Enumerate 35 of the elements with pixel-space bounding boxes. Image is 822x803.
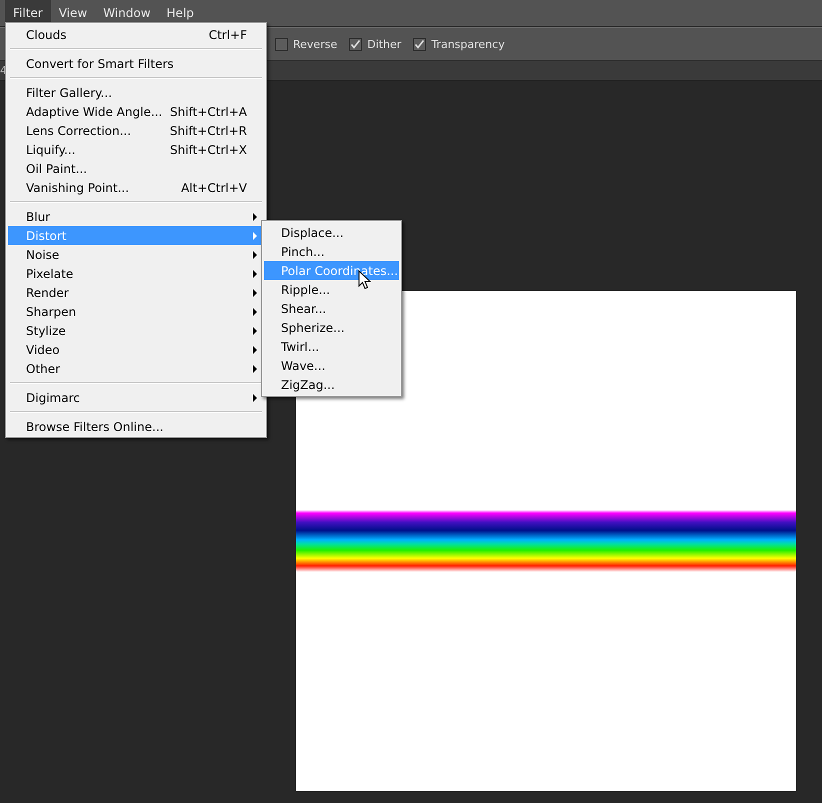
menu-item[interactable]: Noise: [8, 245, 264, 264]
menu-item[interactable]: Filter Gallery...: [8, 83, 264, 102]
menu-item[interactable]: Digimarc: [8, 388, 264, 407]
menu-bar-item[interactable]: Help: [158, 0, 202, 26]
checkbox-label: Transparency: [431, 38, 505, 50]
menu-item[interactable]: Liquify... Shift+Ctrl+X: [8, 140, 264, 159]
menu-item[interactable]: Lens Correction... Shift+Ctrl+R: [8, 121, 264, 140]
menu-item[interactable]: Oil Paint...: [8, 159, 264, 178]
menu-item[interactable]: Other: [8, 359, 264, 378]
menu-item[interactable]: Shear...: [264, 299, 399, 318]
checkbox-label: Reverse: [293, 38, 338, 50]
menu-item[interactable]: Adaptive Wide Angle... Shift+Ctrl+A: [8, 102, 264, 121]
menu-item[interactable]: Video: [8, 340, 264, 359]
menu-item[interactable]: Spherize...: [264, 318, 399, 337]
checkbox-label: Dither: [367, 38, 402, 50]
menu-item[interactable]: Browse Filters Online...: [8, 417, 264, 436]
menu-item[interactable]: Render: [8, 283, 264, 302]
menu-bar-item[interactable]: View: [50, 0, 96, 26]
menu-item[interactable]: Clouds Ctrl+F: [8, 25, 264, 44]
menu-item[interactable]: Stylize: [8, 321, 264, 340]
menu-item[interactable]: Vanishing Point... Alt+Ctrl+V: [8, 178, 264, 197]
menu-item[interactable]: Blur: [8, 207, 264, 226]
menu-item[interactable]: Displace...: [264, 223, 399, 242]
checkbox[interactable]: [349, 38, 362, 50]
menu-item[interactable]: Convert for Smart Filters: [8, 54, 264, 73]
menu-item[interactable]: ZigZag...: [264, 375, 399, 394]
menu-item[interactable]: Sharpen: [8, 302, 264, 321]
menu-item[interactable]: Wave...: [264, 356, 399, 375]
checkbox[interactable]: [275, 38, 288, 50]
menu-item[interactable]: Pixelate: [8, 264, 264, 283]
checkbox[interactable]: [413, 38, 426, 50]
menu-bar-item[interactable]: Window: [95, 0, 159, 26]
menu-item[interactable]: Pinch...: [264, 242, 399, 261]
menu-item[interactable]: Twirl...: [264, 337, 399, 356]
menu-item[interactable]: Ripple...: [264, 280, 399, 299]
